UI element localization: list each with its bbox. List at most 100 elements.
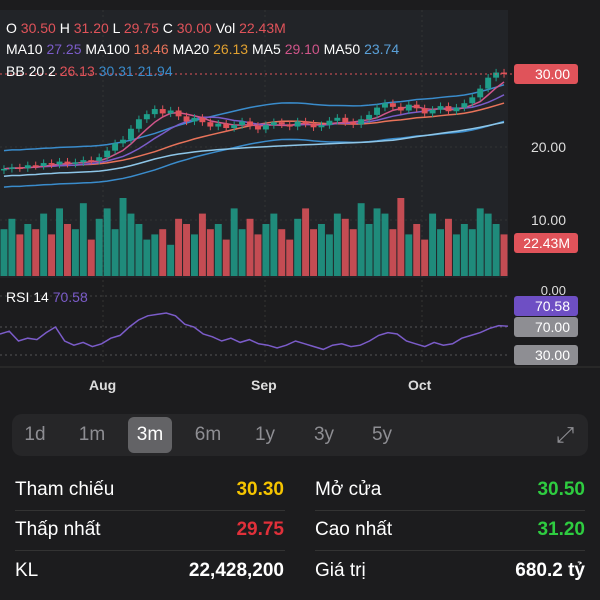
range-1d[interactable]: 1d — [13, 417, 57, 453]
range-3m[interactable]: 3m — [128, 417, 172, 453]
range-1y[interactable]: 1y — [243, 417, 287, 453]
ref-value: 30.30 — [236, 479, 284, 500]
volume-bar — [64, 224, 71, 276]
candle-body — [461, 103, 468, 108]
low-value: 29.75 — [236, 519, 284, 540]
volume-bar — [500, 234, 508, 276]
volume-bar — [286, 239, 294, 276]
candle-body — [278, 122, 285, 125]
volume-bar — [262, 224, 270, 276]
candle-body — [24, 165, 31, 169]
volume-bar — [87, 239, 95, 276]
volume-bar — [8, 218, 16, 276]
range-1m[interactable]: 1m — [70, 417, 114, 453]
candle-body — [389, 103, 396, 107]
candle-body — [88, 160, 95, 162]
divider — [15, 510, 285, 511]
ref-label: Tham chiếu — [15, 479, 115, 500]
candle-body — [16, 167, 23, 169]
candle-body — [159, 109, 166, 114]
volume-bar — [56, 208, 63, 276]
volume-bar — [278, 229, 286, 276]
candle-body — [215, 123, 222, 127]
volume-bar — [183, 224, 190, 276]
candle-body — [223, 123, 230, 129]
volume-bar — [191, 234, 198, 276]
candle-body — [8, 167, 15, 169]
candle-body — [199, 117, 206, 123]
volume-bar — [405, 234, 413, 276]
volume-bar — [270, 213, 278, 276]
volume-bar — [468, 229, 476, 276]
last-price-tag: 30.00 — [514, 64, 578, 84]
volume-bar — [373, 208, 381, 276]
volume-bar — [302, 208, 310, 276]
volume-bar — [214, 224, 222, 276]
volume-bar — [397, 198, 405, 276]
candle-body — [32, 165, 39, 167]
volume-bar — [119, 198, 127, 276]
candle-body — [294, 121, 301, 127]
candle-body — [40, 163, 47, 166]
candle-body — [413, 104, 420, 109]
volume-bar — [413, 224, 421, 276]
volume-bar — [333, 213, 341, 276]
candle-body — [80, 160, 87, 163]
candle-body — [493, 72, 500, 78]
volume-bar — [460, 224, 468, 276]
rsi-70-tag: 70.00 — [514, 317, 578, 337]
volume-bar — [389, 229, 397, 276]
rsi-value-tag: 70.58 — [514, 296, 578, 316]
volume-bar — [222, 239, 230, 276]
candle-body — [421, 108, 428, 114]
candle-body — [247, 121, 253, 126]
candle-body — [477, 88, 484, 98]
volume-bar — [484, 213, 492, 276]
open-value: 30.50 — [537, 479, 585, 500]
range-6m[interactable]: 6m — [186, 417, 230, 453]
candle-body — [167, 110, 174, 114]
volume-bar — [71, 229, 79, 276]
volume-bar — [32, 229, 40, 276]
month-label: Aug — [89, 377, 117, 393]
ohlc-legend: O 30.50 H 31.20 L 29.75 C 30.00 Vol 22.4… — [6, 20, 286, 36]
volume-bar — [318, 224, 325, 276]
expand-icon[interactable]: ⤢ — [556, 422, 574, 448]
candle-body — [437, 106, 444, 110]
volume-bar — [175, 218, 183, 276]
candle-body — [469, 97, 476, 104]
candle-body — [231, 125, 238, 129]
volume-bar — [341, 218, 349, 276]
volume-bar — [429, 213, 437, 276]
candle-body — [358, 119, 365, 125]
high-value: 31.20 — [537, 519, 585, 540]
candle-body — [135, 119, 142, 129]
volume-tag: 22.43M — [514, 233, 578, 253]
volume-bar — [143, 239, 151, 276]
candle-body — [72, 162, 79, 164]
trade-value: 680.2 tỷ — [515, 560, 585, 581]
candle-body — [262, 125, 269, 130]
volume-bar — [421, 239, 429, 276]
open-label: Mở cửa — [315, 479, 382, 500]
price-axis-label: 20.00 — [530, 139, 566, 155]
range-3y[interactable]: 3y — [302, 417, 346, 453]
low-label: Thấp nhất — [15, 519, 101, 540]
candle-body — [310, 123, 317, 128]
volume-bar — [452, 234, 460, 276]
range-selector: 1d 1m 3m 6m 1y 3y 5y ⤢ — [12, 414, 588, 456]
volume-bar — [437, 229, 444, 276]
volume-label: KL — [15, 560, 39, 581]
range-5y[interactable]: 5y — [360, 417, 404, 453]
candle-body — [128, 128, 134, 140]
month-label: Sep — [251, 377, 277, 393]
volume-value: 22,428,200 — [188, 560, 284, 581]
volume-bar — [127, 213, 135, 276]
volume-bar — [254, 234, 262, 276]
volume-bar — [135, 224, 143, 276]
ma-legend: MA10 27.25 MA100 18.46 MA20 26.13 MA5 29… — [6, 41, 400, 57]
candle-body — [56, 161, 63, 165]
candle-body — [191, 117, 198, 122]
rsi-line — [0, 312, 509, 351]
candle-body — [382, 103, 388, 108]
